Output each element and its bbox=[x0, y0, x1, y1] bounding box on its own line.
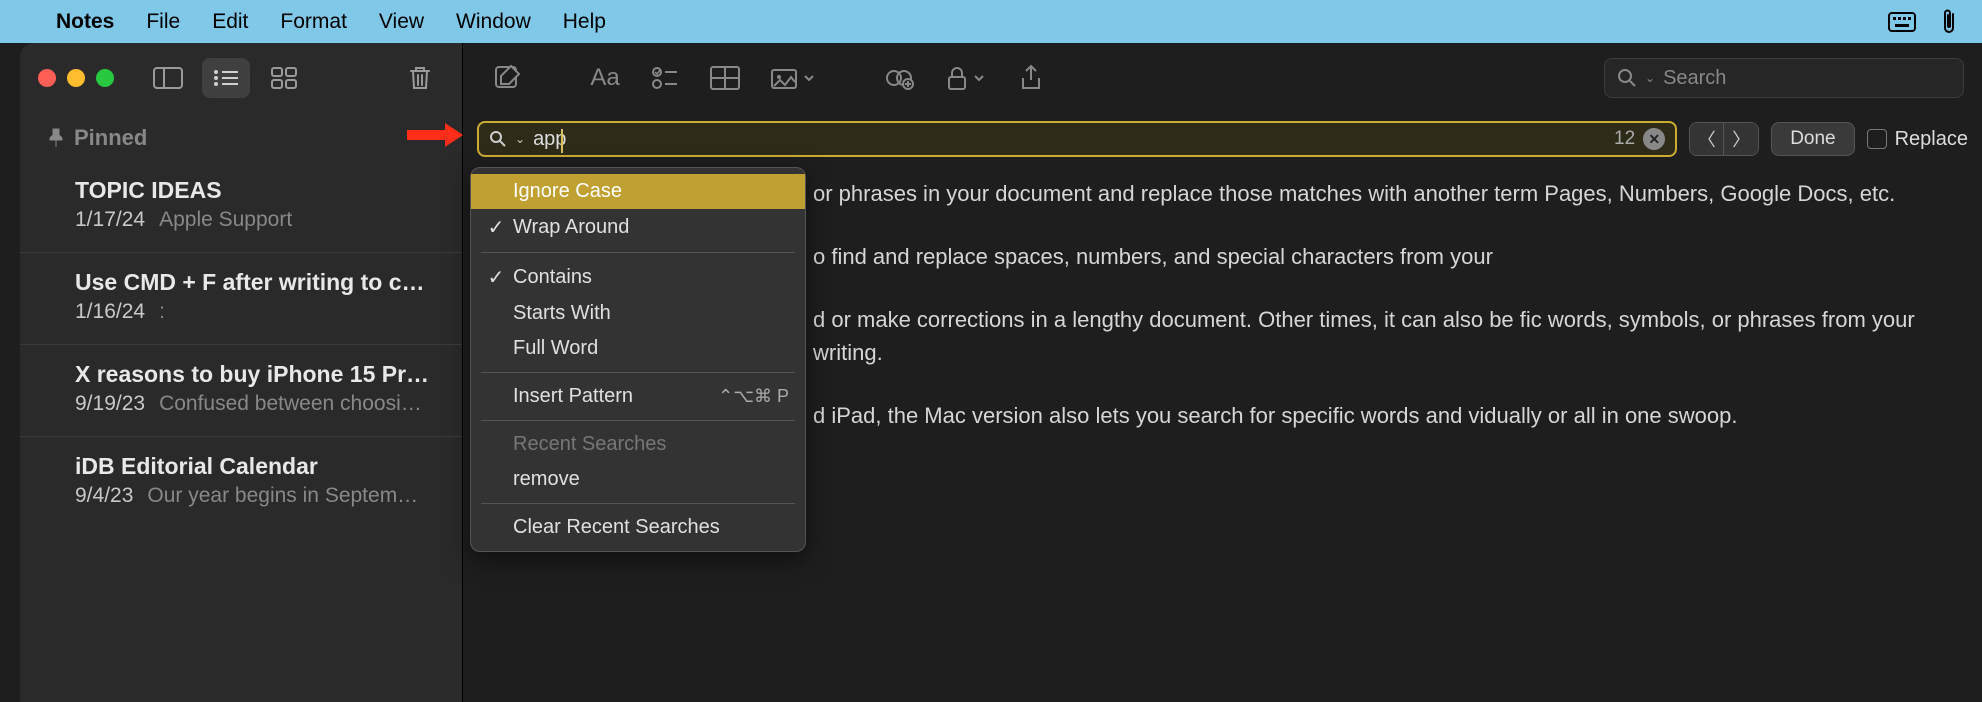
main-toolbar: Aa bbox=[463, 43, 1982, 113]
share-button[interactable] bbox=[1005, 56, 1057, 100]
note-preview: Confused between choosi… bbox=[159, 392, 434, 416]
main-pane: Aa bbox=[463, 43, 1982, 702]
format-text-button[interactable]: Aa bbox=[579, 56, 631, 100]
list-view-button[interactable] bbox=[202, 58, 250, 98]
done-button[interactable]: Done bbox=[1771, 122, 1854, 156]
search-placeholder: Search bbox=[1663, 67, 1726, 90]
body-paragraph: o find and replace spaces, numbers, and … bbox=[813, 240, 1954, 273]
dd-contains[interactable]: ✓ Contains bbox=[471, 259, 805, 296]
paperclip-icon[interactable] bbox=[1940, 8, 1958, 36]
macos-menubar: Notes File Edit Format View Window Help bbox=[0, 0, 1982, 43]
replace-toggle[interactable]: Replace bbox=[1867, 128, 1968, 151]
note-item[interactable]: X reasons to buy iPhone 15 Pr… 9/19/23 C… bbox=[20, 345, 462, 437]
find-options-dropdown: Ignore Case ✓ Wrap Around ✓ Contains Sta… bbox=[470, 167, 806, 552]
note-preview: : bbox=[159, 300, 434, 324]
menu-window[interactable]: Window bbox=[456, 10, 531, 34]
menu-format[interactable]: Format bbox=[280, 10, 347, 34]
find-result-count: 12 bbox=[1614, 128, 1635, 150]
search-icon bbox=[1617, 68, 1637, 88]
find-nav: 〈 〉 bbox=[1689, 122, 1759, 156]
menu-edit[interactable]: Edit bbox=[212, 10, 248, 34]
find-next-button[interactable]: 〉 bbox=[1724, 123, 1758, 155]
note-preview: Our year begins in Septem… bbox=[147, 484, 434, 508]
find-input[interactable]: ⌄ 12 ✕ bbox=[477, 121, 1677, 157]
dd-recent-header: Recent Searches bbox=[471, 427, 805, 462]
note-title: X reasons to buy iPhone 15 Pr… bbox=[75, 361, 434, 388]
keyboard-viewer-icon[interactable] bbox=[1888, 12, 1916, 32]
note-item[interactable]: Use CMD + F after writing to c… 1/16/24 … bbox=[20, 253, 462, 345]
link-button[interactable] bbox=[873, 56, 925, 100]
chevron-down-icon[interactable]: ⌄ bbox=[515, 132, 525, 146]
note-preview: Apple Support bbox=[159, 208, 434, 232]
pin-icon bbox=[48, 128, 64, 148]
close-window-button[interactable] bbox=[38, 69, 56, 87]
note-date: 9/19/23 bbox=[75, 392, 145, 416]
dd-ignore-case[interactable]: Ignore Case bbox=[471, 174, 805, 209]
search-icon[interactable] bbox=[489, 130, 507, 148]
note-title: TOPIC IDEAS bbox=[75, 177, 434, 204]
delete-note-button[interactable] bbox=[396, 58, 444, 98]
menu-help[interactable]: Help bbox=[563, 10, 606, 34]
gallery-view-button[interactable] bbox=[260, 58, 308, 98]
callout-arrow-icon bbox=[405, 121, 465, 149]
checklist-button[interactable] bbox=[639, 56, 691, 100]
dd-insert-pattern[interactable]: Insert Pattern ⌃⌥⌘ P bbox=[471, 379, 805, 414]
pinned-section-header: Pinned bbox=[20, 113, 462, 161]
note-date: 9/4/23 bbox=[75, 484, 133, 508]
app-menu[interactable]: Notes bbox=[56, 10, 114, 34]
lock-button[interactable] bbox=[933, 56, 997, 100]
note-title: Use CMD + F after writing to c… bbox=[75, 269, 434, 296]
dd-recent-item[interactable]: remove bbox=[471, 462, 805, 497]
find-prev-button[interactable]: 〈 bbox=[1690, 123, 1724, 155]
minimize-window-button[interactable] bbox=[67, 69, 85, 87]
note-title: iDB Editorial Calendar bbox=[75, 453, 434, 480]
note-date: 1/16/24 bbox=[75, 300, 145, 324]
new-note-button[interactable] bbox=[481, 56, 533, 100]
menu-view[interactable]: View bbox=[379, 10, 424, 34]
sidebar: Pinned TOPIC IDEAS 1/17/24 Apple Support… bbox=[20, 43, 463, 702]
body-paragraph: or phrases in your document and replace … bbox=[813, 177, 1954, 210]
fullscreen-window-button[interactable] bbox=[96, 69, 114, 87]
menu-file[interactable]: File bbox=[146, 10, 180, 34]
note-date: 1/17/24 bbox=[75, 208, 145, 232]
dd-starts-with[interactable]: Starts With bbox=[471, 296, 805, 331]
note-item[interactable]: iDB Editorial Calendar 9/4/23 Our year b… bbox=[20, 437, 462, 528]
dd-full-word[interactable]: Full Word bbox=[471, 331, 805, 366]
text-cursor bbox=[561, 129, 563, 153]
find-text-field[interactable] bbox=[533, 128, 1606, 151]
chevron-down-icon: ⌄ bbox=[1645, 71, 1655, 85]
traffic-lights bbox=[38, 69, 114, 87]
dd-wrap-around[interactable]: ✓ Wrap Around bbox=[471, 209, 805, 246]
body-paragraph: d or make corrections in a lengthy docum… bbox=[813, 303, 1954, 369]
checkbox-icon bbox=[1867, 129, 1887, 149]
sidebar-toolbar bbox=[20, 43, 462, 113]
note-item[interactable]: TOPIC IDEAS 1/17/24 Apple Support bbox=[20, 161, 462, 253]
body-paragraph: d iPad, the Mac version also lets you se… bbox=[813, 399, 1954, 432]
notes-window: Pinned TOPIC IDEAS 1/17/24 Apple Support… bbox=[20, 43, 1982, 702]
clear-find-button[interactable]: ✕ bbox=[1643, 128, 1665, 150]
replace-label: Replace bbox=[1895, 128, 1968, 151]
pinned-label: Pinned bbox=[74, 125, 147, 151]
table-button[interactable] bbox=[699, 56, 751, 100]
media-button[interactable] bbox=[759, 56, 827, 100]
global-search-field[interactable]: ⌄ Search bbox=[1604, 58, 1964, 98]
sidebar-toggle-button[interactable] bbox=[144, 58, 192, 98]
find-bar: ⌄ 12 ✕ 〈 〉 Done Replace bbox=[463, 113, 1982, 165]
dd-clear-recent[interactable]: Clear Recent Searches bbox=[471, 510, 805, 545]
